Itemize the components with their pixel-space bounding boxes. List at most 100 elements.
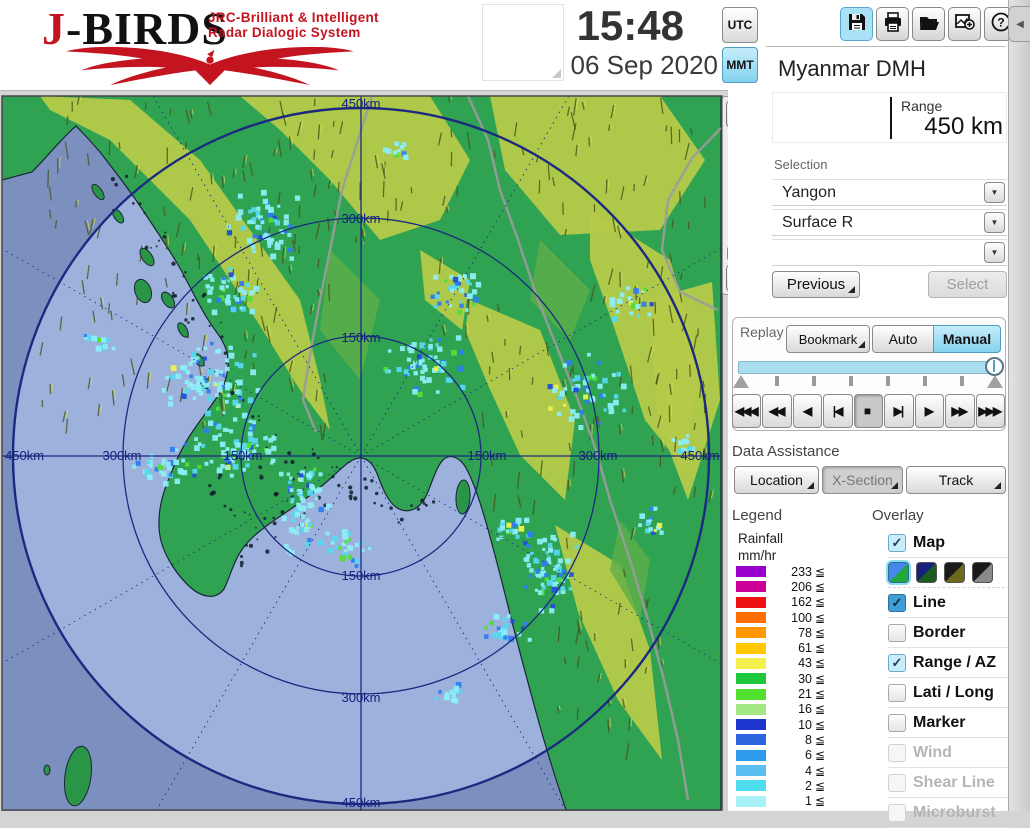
legend-value: 4 <box>772 764 812 778</box>
legend-row: 6≦ <box>736 748 856 763</box>
step-back-button[interactable]: ◀ <box>793 394 822 428</box>
legend-swatch <box>736 704 766 715</box>
checkbox-lati-long[interactable] <box>888 684 906 702</box>
overlay-row-microburst: Microburst <box>888 798 1010 828</box>
legend-swatch <box>736 673 766 684</box>
legend-value: 21 <box>772 687 812 701</box>
legend-scale: 233≦206≦162≦100≦78≦61≦43≦30≦21≦16≦10≦8≦6… <box>736 564 856 809</box>
legend-leq-symbol: ≦ <box>815 702 825 716</box>
header-separator <box>766 46 1006 47</box>
location-button[interactable]: Location <box>734 466 819 494</box>
playback-controls: ◀◀◀◀◀◀|◀■▶|▶▶▶▶▶▶ <box>732 394 1006 428</box>
skip-first-button[interactable]: |◀ <box>823 394 852 428</box>
range-ring-label: 300km <box>102 448 141 463</box>
overlay-label: Wind <box>913 744 952 762</box>
dropdown-arrow-icon[interactable]: ▼ <box>984 182 1005 203</box>
save-button[interactable] <box>840 7 873 41</box>
stop-button[interactable]: ■ <box>854 394 883 428</box>
track-button[interactable]: Track <box>906 466 1006 494</box>
legend-row: 162≦ <box>736 595 856 610</box>
overlay-label: Marker <box>913 714 965 732</box>
overlay-row-marker: Marker <box>888 708 1010 738</box>
legend-row: 16≦ <box>736 702 856 717</box>
checkbox-microburst <box>888 804 906 822</box>
legend-leq-symbol: ≦ <box>815 595 825 609</box>
legend-row: 30≦ <box>736 671 856 686</box>
checkbox-wind <box>888 744 906 762</box>
rewind-button[interactable]: ◀◀ <box>762 394 791 428</box>
legend-value: 1 <box>772 794 812 808</box>
bookmark-button[interactable]: Bookmark <box>786 325 870 353</box>
overlay-label: Map <box>913 534 945 552</box>
legend-swatch <box>736 780 766 791</box>
legend-value: 16 <box>772 702 812 716</box>
range-ring-label: 150km <box>223 448 262 463</box>
legend-value: 233 <box>772 565 812 579</box>
map-style-row <box>888 558 1010 588</box>
select-button[interactable]: Select <box>928 271 1007 298</box>
dropdown-arrow-icon[interactable]: ▼ <box>984 212 1005 233</box>
selection-dropdown-0[interactable]: Yangon ▼ <box>772 179 1007 206</box>
x-section-button[interactable]: X-Section <box>822 466 903 494</box>
overlay-label: Range / AZ <box>913 654 996 672</box>
legend-swatch <box>736 627 766 638</box>
map-style-button-1[interactable] <box>888 562 909 583</box>
dropdown-arrow-icon[interactable]: ▼ <box>984 242 1005 263</box>
overlay-row-range-az: ✓ Range / AZ <box>888 648 1010 678</box>
range-ring-label: 150km <box>467 448 506 463</box>
previous-button[interactable]: Previous <box>772 271 860 298</box>
replay-range-start-marker[interactable] <box>733 375 749 388</box>
open-button[interactable] <box>912 7 945 41</box>
checkbox-border[interactable] <box>888 624 906 642</box>
overlay-row-map: ✓ Map <box>888 528 1010 558</box>
map-style-button-3[interactable] <box>944 562 965 583</box>
legend-unit: Rainfallmm/hr <box>738 530 783 564</box>
rewind-fast-button[interactable]: ◀◀◀ <box>732 394 761 428</box>
checkbox-line[interactable]: ✓ <box>888 594 906 612</box>
capture-button[interactable] <box>948 7 981 41</box>
legend-leq-symbol: ≦ <box>815 779 825 793</box>
replay-slider-track[interactable] <box>738 361 996 374</box>
legend-leq-symbol: ≦ <box>815 794 825 808</box>
radar-map[interactable]: 450km300km150km150km300km450km450km300km… <box>0 0 760 811</box>
capture-icon <box>954 11 976 38</box>
dropdown-value: Surface R <box>782 214 853 232</box>
legend-value: 78 <box>772 626 812 640</box>
forward-button[interactable]: ▶▶ <box>945 394 974 428</box>
legend-swatch <box>736 612 766 623</box>
checkbox-range-az[interactable]: ✓ <box>888 654 906 672</box>
legend-row: 233≦ <box>736 564 856 579</box>
legend-swatch <box>736 597 766 608</box>
replay-slider-thumb[interactable] <box>985 357 1004 376</box>
legend-value: 206 <box>772 580 812 594</box>
checkbox-marker[interactable] <box>888 714 906 732</box>
dropdown-value: Yangon <box>782 184 836 202</box>
range-ring-label: 300km <box>578 448 617 463</box>
range-panel: Range 450 km <box>772 92 1007 143</box>
legend-leq-symbol: ≦ <box>815 626 825 640</box>
legend-swatch <box>736 765 766 776</box>
print-button[interactable] <box>876 7 909 41</box>
legend-row: 2≦ <box>736 778 856 793</box>
range-ring-label: 450km <box>680 448 719 463</box>
map-style-button-4[interactable] <box>972 562 993 583</box>
selection-dropdown-1[interactable]: Surface R ▼ <box>772 209 1007 236</box>
data-assistance-label: Data Assistance <box>732 443 840 460</box>
auto-button[interactable]: Auto <box>872 325 934 353</box>
legend-value: 6 <box>772 748 812 762</box>
selection-dropdown-2[interactable]: ▼ <box>772 239 1007 266</box>
map-style-button-2[interactable] <box>916 562 937 583</box>
panel-collapse-tab[interactable]: ◀ <box>1008 6 1030 42</box>
checkbox-map[interactable]: ✓ <box>888 534 906 552</box>
overlay-label: Microburst <box>913 804 996 822</box>
panel-collapse-strip[interactable] <box>1008 0 1030 811</box>
skip-next-button[interactable]: ▶| <box>884 394 913 428</box>
range-ring-label: 300km <box>341 690 380 705</box>
replay-range-end-marker[interactable] <box>987 375 1003 388</box>
play-button[interactable]: ▶ <box>915 394 944 428</box>
legend-row: 1≦ <box>736 793 856 808</box>
legend-row: 4≦ <box>736 763 856 778</box>
manual-button[interactable]: Manual <box>933 325 1001 353</box>
forward-fast-button[interactable]: ▶▶▶ <box>976 394 1005 428</box>
range-label: Range <box>901 98 942 114</box>
